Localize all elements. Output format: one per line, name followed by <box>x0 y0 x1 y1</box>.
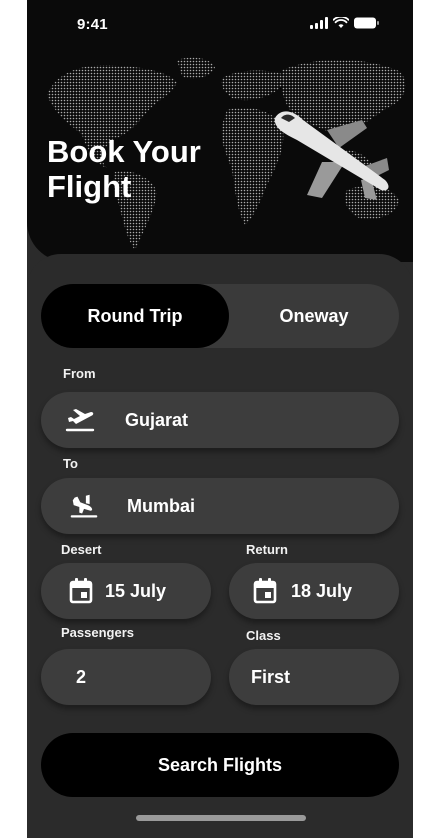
passengers-field[interactable]: 2 <box>41 649 211 705</box>
to-value: Mumbai <box>127 495 196 516</box>
from-field[interactable]: Gujarat <box>41 392 399 448</box>
airplane-illustration <box>274 111 389 200</box>
battery-icon <box>354 17 379 29</box>
takeoff-icon <box>65 406 95 434</box>
passengers-value: 2 <box>76 666 87 687</box>
return-date-field[interactable]: 18 July <box>229 563 399 619</box>
passengers-label: Passengers <box>61 625 134 640</box>
hero-title-line1: Book Your <box>47 134 201 169</box>
depart-date-value: 15 July <box>105 580 167 601</box>
calendar-icon <box>69 578 93 604</box>
class-label: Class <box>246 628 281 643</box>
to-field[interactable]: Mumbai <box>41 478 399 534</box>
hero-title: Book Your Flight <box>47 134 247 204</box>
home-indicator <box>136 815 306 821</box>
hero-title-line2: Flight <box>47 169 132 204</box>
from-label: From <box>63 366 96 381</box>
wifi-icon <box>333 17 349 28</box>
oneway-tab[interactable]: Oneway <box>229 284 399 348</box>
phone-screen: 9:41 Book Your Flight Round Trip Oneway … <box>27 0 413 838</box>
from-value: Gujarat <box>125 409 189 430</box>
depart-label: Desert <box>61 542 102 557</box>
status-time: 9:41 <box>77 16 108 33</box>
trip-type-toggle: Round Trip Oneway <box>41 284 399 348</box>
class-field[interactable]: First <box>229 649 399 705</box>
to-label: To <box>63 456 78 471</box>
round-trip-tab[interactable]: Round Trip <box>41 284 229 348</box>
depart-date-field[interactable]: 15 July <box>41 563 211 619</box>
signal-icon <box>310 17 328 29</box>
search-flights-button[interactable]: Search Flights <box>41 733 399 797</box>
return-date-value: 18 July <box>291 580 353 601</box>
calendar-icon <box>253 578 277 604</box>
landing-icon <box>69 492 99 520</box>
class-value: First <box>251 666 291 687</box>
status-icons <box>310 17 380 29</box>
hero-banner: 9:41 Book Your Flight <box>27 0 413 262</box>
return-label: Return <box>246 542 288 557</box>
